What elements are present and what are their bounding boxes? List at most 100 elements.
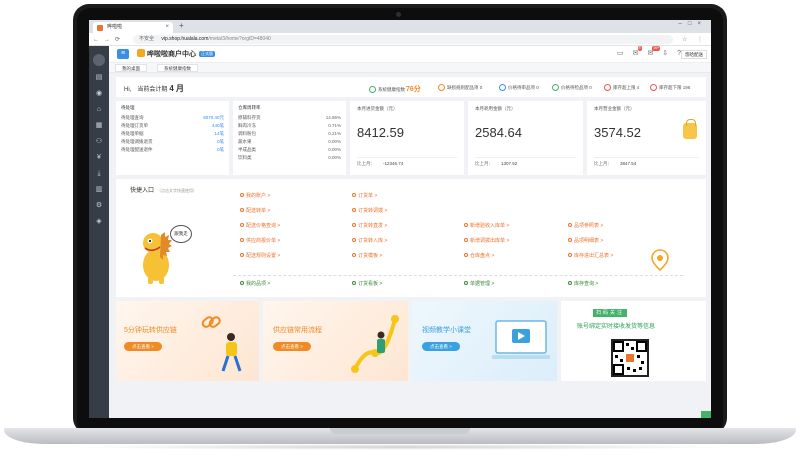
quick-link[interactable]: 库存进出汇总表 > [568,252,613,260]
quick-link[interactable]: 我的品项 > [240,280,270,288]
list-item[interactable]: 待处理单据 14笔 [121,130,224,138]
sidebar-item-download-icon[interactable]: ⤓ [89,168,109,179]
browser-tabbar: 哗啦啦 × + –□× [89,20,711,33]
banner-button[interactable]: 点击查看 > [422,342,460,351]
sidebar-item-stock-icon[interactable]: ▦ [89,120,109,131]
sidebar-item-orders-icon[interactable]: ◉ [89,88,109,99]
url-field[interactable]: 不安全 vip.shop.hualala.com/meta/3/home?org… [133,35,673,44]
list-item[interactable]: 待处理配送退件 0笔 [121,146,224,154]
close-tab-icon[interactable]: × [165,22,169,33]
user-dropdown[interactable]: 悠哈配送 [681,50,707,59]
sidebar-item-finance-icon[interactable]: ¥ [89,152,109,163]
quick-link[interactable]: 单据管理 > [464,280,494,288]
quick-link[interactable]: 配送规则设置 > [240,252,280,260]
price-icon [499,84,506,91]
browser-tab[interactable]: 哗啦啦 × [93,22,173,33]
notice-icon[interactable]: ✉ 99+ [647,46,661,57]
brand-name: 哗啦啦商户中心 [147,51,196,58]
quick-link[interactable]: 新增验收入库单 > [464,222,509,230]
sidebar-item-more-icon[interactable]: ◈ [89,216,109,227]
browser-menu-icon[interactable]: ☆ ⋮ [682,36,707,43]
link-dot-icon [240,208,244,212]
customer-service-button[interactable]: 客服 [701,411,711,418]
quick-link[interactable]: 我的账户 > [240,192,270,200]
new-tab-icon[interactable]: + [179,21,184,30]
quick-link-label: 配送价格查询 > [246,223,281,229]
quick-link[interactable]: 供应商报价单 > [240,237,280,245]
tab-health-index[interactable]: 系统健康指数 [157,64,198,72]
laptop-notch [330,428,470,434]
quick-link[interactable]: 订货转入库 > [352,237,387,245]
metric-purchase: 本月进货金额（元） 8412.59 比上月： -12346.74 [350,101,464,175]
stat-over-upper[interactable]: 库存超上限 4 [604,84,639,91]
alert-icon [650,84,657,91]
banner-kicker: 扫码关注 [593,309,628,317]
banner-supply-chain[interactable]: 5分钟玩转供应链 点击查看 > [116,301,259,381]
quick-link[interactable]: 仓库盘点 > [464,252,494,260]
list-item[interactable]: 待处理订货单 440笔 [121,122,224,130]
quick-link[interactable]: 订货转调拨 > [352,207,387,215]
quick-entry-card: 快捷入口 （点击文字快速使用） 跟我走 我的账户 > 配送转单 > 配送价格查询 … [116,179,706,297]
sidebar-item-goods-icon[interactable]: ▤ [89,72,109,83]
quick-link[interactable]: 订货模板 > [352,252,382,260]
list-item: 蔬水果 0.00% [238,138,341,146]
banner-title: 5分钟玩转供应链 [124,327,177,334]
quick-link-label: 单据管理 > [470,281,495,287]
link-dot-icon [464,281,468,285]
tab-my-desktop[interactable]: 我的桌面 [115,64,147,72]
quick-link-label: 新增调拨出库单 > [470,238,510,244]
list-item[interactable]: 待处理查询 8070.40元 [121,114,224,122]
nav-buttons-icon[interactable]: ←→⟳ [93,36,125,43]
video-player-icon [492,320,550,359]
quick-link[interactable]: 新增调拨出库单 > [464,237,509,245]
quick-link-label: 供应商报价单 > [246,238,281,244]
stat-over-lower[interactable]: 库存超下限 196 [650,84,690,91]
quick-link[interactable]: 品项明细表 > [568,237,603,245]
qr-code-icon [611,339,649,377]
quick-link[interactable]: 订货单 > [352,192,377,200]
link-dot-icon [568,253,572,257]
banner-wechat[interactable]: 扫码关注 账号绑定实时接收发货等信息 [561,301,706,381]
metric-revenue: 本月营业金额（元） 3574.52 比上月： 3847.54 [587,101,706,175]
quick-link-label: 订货单 > [358,193,378,199]
quick-link-label: 配送转单 > [246,208,271,214]
window-controls[interactable]: –□× [679,21,707,27]
banner-workflow[interactable]: 供应链常用流程 点击查看 > [263,301,408,381]
banner-button[interactable]: 点击查看 > [273,342,311,351]
stat-health[interactable]: 系统健康指数76分 [369,84,421,94]
stat-missing[interactable]: 缺损规则配品项 0 [438,84,482,91]
list-item: 原辅料存货 14.86% [238,114,341,122]
sidebar-item-report-icon[interactable]: ▥ [89,184,109,195]
mascot-speech-bubble: 跟我走 [170,225,192,243]
location-pin-icon [651,249,669,271]
quick-link[interactable]: 品项参照表 > [568,222,603,230]
quick-subtitle: （点击文字快速使用） [157,188,198,193]
stat-price-check[interactable]: 价格待检品项 0 [552,84,592,91]
row-label: 待处理订货单 [121,123,148,128]
banner-video[interactable]: 视频教学小课堂 点击查看 > [412,301,557,381]
list-item[interactable]: 待处理调拨退货 0笔 [121,138,224,146]
metric-footer-value: 3847.54 [620,161,637,166]
task-icon[interactable]: ▭ [617,49,624,57]
sidebar-item-shop-icon[interactable]: ⌂ [89,104,109,115]
banner-button[interactable]: 点击查看 > [124,342,162,351]
link-dot-icon [568,238,572,242]
quick-link-label: 订货转调拨 > [358,208,388,214]
quick-link[interactable]: 配送价格查询 > [240,222,280,230]
accounting-label: 当前会计期 [137,87,168,93]
quick-link[interactable]: 配送转单 > [240,207,270,215]
message-icon[interactable]: ✉ 8 [633,46,642,57]
sidebar-item-supplier-icon[interactable]: ⚇ [89,136,109,147]
banner-title: 供应链常用流程 [273,327,322,334]
sidebar-item-settings-icon[interactable]: ⚙ [89,200,109,211]
favicon-icon [97,25,103,31]
download-icon[interactable]: ⇩ [662,49,668,57]
quick-link[interactable]: 订货看板 > [352,280,382,288]
quick-link[interactable]: 库存查询 > [568,280,598,288]
stat-price-review[interactable]: 价格待审品项 0 [499,84,539,91]
row-label: 原辅料存货 [238,115,261,120]
menu-icon[interactable]: ≡ [117,49,129,59]
todo-card: 待处理 待处理查询 8070.40元 待处理订货单 440笔 待处理单据 14笔 待处… [116,101,229,175]
link-dot-icon [352,223,356,227]
quick-link[interactable]: 订货转直发 > [352,222,387,230]
